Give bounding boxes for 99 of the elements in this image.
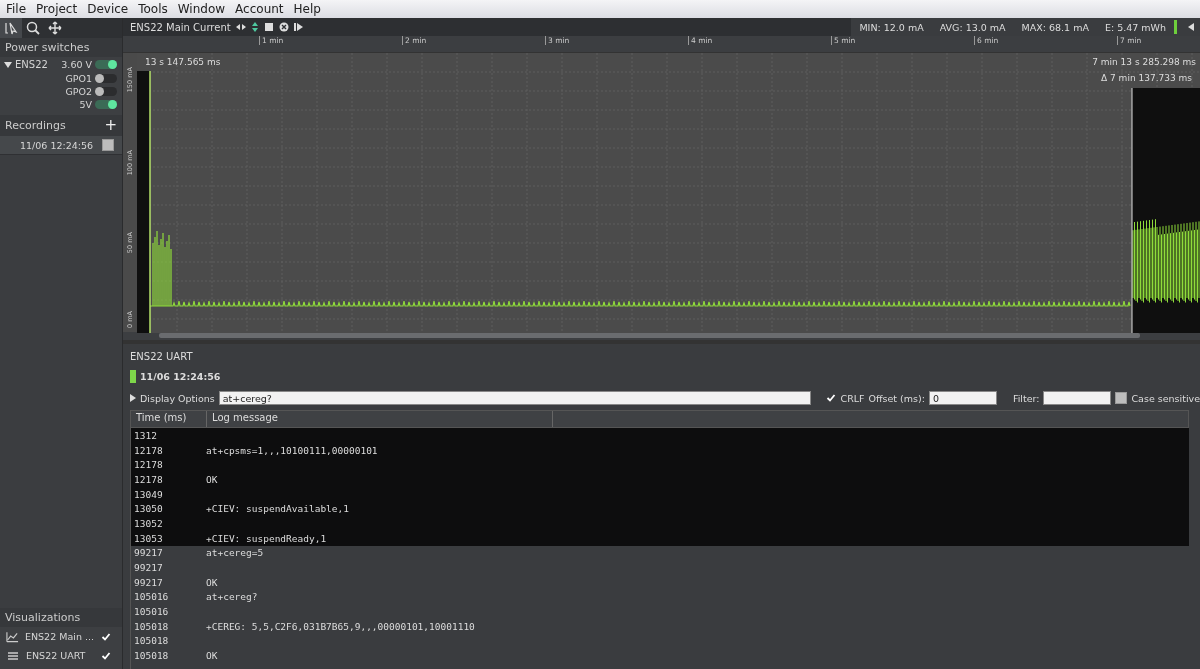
recording-label: 11/06 12:24:56	[20, 139, 94, 151]
collapse-arrow-icon[interactable]	[1187, 23, 1195, 31]
visualization-label[interactable]: ENS22 Main ...	[25, 631, 94, 642]
message-cell: at+cpsms=1,,,10100111,00000101	[206, 444, 378, 456]
section-title: Recordings	[5, 119, 66, 132]
menu-item[interactable]: File	[2, 2, 33, 16]
section-title: Power switches	[5, 41, 90, 54]
recording-item[interactable]: 11/06 12:24:56	[0, 136, 122, 154]
time-cell-text: 105018	[133, 650, 170, 662]
time-cell-text: 13052	[133, 517, 164, 529]
switch-label: 5V	[79, 99, 92, 110]
menu-item[interactable]: Device	[83, 2, 135, 16]
message-cell: OK	[206, 576, 218, 588]
message-cell: at+cereg=5	[206, 547, 264, 559]
log-row[interactable]: 12178	[131, 457, 1189, 473]
menu-item[interactable]: Window	[173, 2, 232, 16]
log-row[interactable]: 105018 +CEREG: 5,5,C2F6,031B7B65,9,,,00000101,10001110	[131, 618, 1189, 634]
add-button[interactable]: +	[104, 118, 117, 133]
log-row[interactable]: 12178 OK	[131, 472, 1189, 487]
stop-icon[interactable]	[263, 22, 274, 32]
chart-title: ENS22 Main Current	[130, 21, 231, 33]
menu-item[interactable]: Tools	[134, 2, 174, 16]
log-row[interactable]: 105016	[131, 604, 1189, 619]
menu-item[interactable]: Help	[289, 2, 327, 16]
toggle-switch[interactable]	[95, 100, 117, 109]
checkbox[interactable]	[1115, 392, 1128, 404]
log-row[interactable]: 1312	[131, 428, 1189, 443]
time-cell-text: 13053	[133, 532, 164, 544]
search-icon	[25, 20, 41, 36]
scrollbar-thumb[interactable]	[159, 333, 1140, 338]
message-cell: +CEREG: 5,5,C2F6,031B7B65,9,,,00000101,10001110	[206, 620, 475, 632]
checkbox-label: Case sensitive	[1131, 392, 1200, 404]
field-label: Offset (ms):	[868, 392, 925, 404]
close-icon[interactable]	[278, 22, 289, 32]
log-row[interactable]: 99217	[131, 560, 1189, 575]
panel-title: ENS22 UART	[130, 350, 194, 364]
stat-value: MIN: 12.0 mA	[858, 21, 925, 33]
stat-value: AVG: 13.0 mA	[938, 21, 1007, 33]
message-cell: +CIEV: suspendReady,1	[206, 532, 327, 544]
log-row[interactable]: 13050 +CIEV: suspendAvailable,1	[131, 501, 1189, 517]
time-cell-text: 1312	[133, 429, 158, 441]
toggle-switch[interactable]	[95, 74, 117, 83]
section-title: Visualizations	[5, 611, 81, 624]
vertical-arrows-icon[interactable]	[250, 22, 259, 32]
switch-label: GPO1	[65, 73, 92, 84]
toggle-switch[interactable]	[95, 87, 117, 96]
time-cell-text: 105016	[133, 591, 170, 603]
time-cell-text: 105018	[133, 635, 170, 647]
time-cell-text: 99217	[133, 576, 164, 588]
checkbox-label: CRLF	[840, 392, 865, 404]
time-cell-text: 12178	[133, 459, 164, 471]
horizontal-arrows-icon[interactable]	[235, 22, 246, 32]
menu-item[interactable]: Account	[231, 2, 290, 16]
switch-label: 3.60 V	[61, 59, 92, 70]
filter-field[interactable]	[1043, 391, 1112, 405]
message-cell: +CIEV: suspendAvailable,1	[206, 503, 349, 515]
move-icon	[47, 20, 63, 36]
switch-label: GPO2	[65, 86, 92, 97]
message-cell: OK	[206, 473, 218, 485]
time-cell-text: 12178	[133, 473, 164, 485]
column-header[interactable]: Time (ms)	[131, 411, 207, 427]
time-cell-text: 99217	[133, 562, 164, 574]
message-cell: OK	[206, 650, 218, 662]
expand-arrow-icon[interactable]	[130, 394, 136, 402]
toggle-switch[interactable]	[95, 60, 117, 69]
log-row[interactable]: 99217 at+cereg=5	[131, 545, 1189, 561]
checkbox[interactable]	[102, 139, 114, 151]
column-header[interactable]: Log message	[207, 411, 553, 427]
time-cell-text: 105018	[133, 620, 170, 632]
display-options-toggle[interactable]: Display Options	[140, 392, 215, 404]
log-row[interactable]: 105018 OK	[131, 648, 1189, 663]
device-name[interactable]: ENS22	[15, 59, 48, 70]
time-cell-text: 105016	[133, 606, 170, 618]
time-cell-text: 13050	[133, 503, 164, 515]
offset-field[interactable]: 0	[928, 391, 997, 405]
time-cell-text: 99217	[133, 547, 164, 559]
menu-item[interactable]: Project	[32, 2, 84, 16]
play-icon[interactable]	[293, 22, 304, 32]
line-chart-icon	[6, 629, 19, 644]
log-row[interactable]: 99217 OK	[131, 574, 1189, 590]
tool-button[interactable]	[0, 18, 22, 38]
log-row[interactable]: 105016 at+cereg?	[131, 589, 1189, 605]
time-cell-text: 12178	[133, 444, 164, 456]
cursor-tool-icon	[3, 20, 19, 36]
field-label: Filter:	[1012, 392, 1040, 404]
cursor-delta: Δ 7 min 137.733 ms	[1101, 73, 1192, 83]
time-cell-text: 13049	[133, 488, 164, 500]
stat-value: E: 5.47 mWh	[1103, 21, 1167, 33]
checkbox[interactable]	[824, 392, 837, 404]
message-cell: at+cereg?	[206, 591, 258, 603]
log-row[interactable]: 105018	[131, 633, 1189, 649]
cursor-time: 7 min 13 s 285.298 ms	[1092, 57, 1196, 67]
visualization-label[interactable]: ENS22 UART	[26, 650, 94, 661]
log-row[interactable]: 13052	[131, 516, 1189, 531]
cursor-time: 13 s 147.565 ms	[145, 57, 221, 67]
stat-value: MAX: 68.1 mA	[1020, 21, 1090, 33]
command-field[interactable]: at+cereg?	[218, 391, 811, 405]
recording-marker	[130, 369, 136, 383]
recording-label: 11/06 12:24:56	[140, 370, 221, 382]
